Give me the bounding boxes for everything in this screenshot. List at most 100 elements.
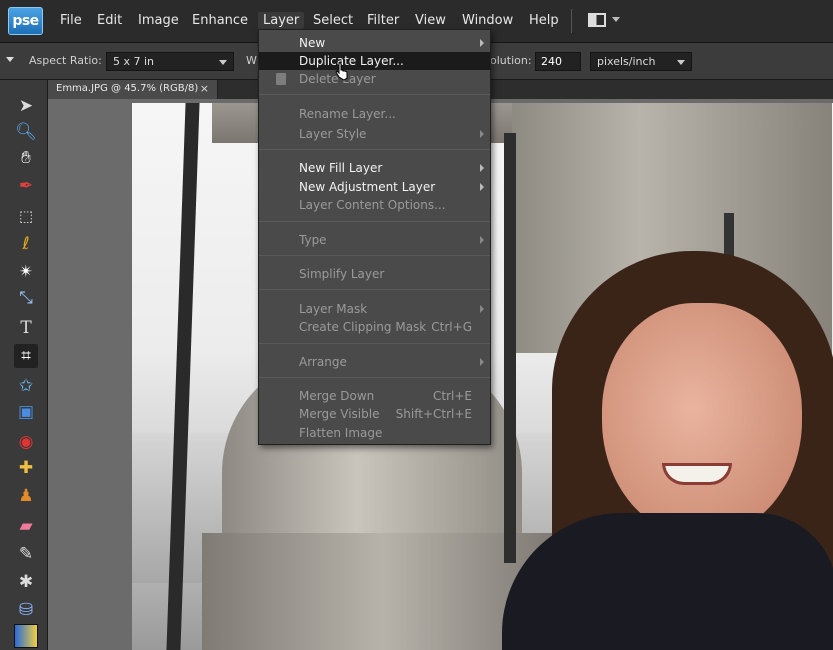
layer-menu-new[interactable]: New (259, 34, 490, 52)
menu-item-label: Flatten Image (299, 426, 383, 440)
paint-bucket-tool-icon[interactable]: ⛁ (14, 598, 38, 622)
aspect-ratio-label: Aspect Ratio: (29, 54, 102, 67)
hand-cursor-icon (335, 62, 348, 81)
menu-separator (259, 255, 490, 256)
person-face (602, 303, 802, 538)
submenu-arrow-icon (480, 130, 484, 138)
menu-item-label: Merge Visible (299, 407, 380, 421)
smart-brush-tool-icon[interactable]: ✱ (14, 570, 38, 594)
person-smile (662, 463, 732, 485)
resolution-unit-select[interactable]: pixels/inch (590, 52, 692, 71)
menu-enhance[interactable]: Enhance (187, 12, 253, 29)
menu-file[interactable]: File (55, 12, 87, 29)
chevron-down-icon (219, 60, 227, 65)
submenu-arrow-icon (480, 183, 484, 191)
width-label: W (246, 54, 257, 67)
layer-menu-create-clipping-mask[interactable]: Create Clipping Mask Ctrl+G (259, 318, 490, 336)
layer-menu-flatten-image[interactable]: Flatten Image (259, 424, 490, 442)
layer-menu-type[interactable]: Type (259, 231, 490, 249)
menu-item-label: Duplicate Layer... (299, 54, 404, 68)
move-tool-icon[interactable]: ➤ (14, 94, 38, 118)
layout-icon (588, 13, 606, 27)
menu-item-label: New Adjustment Layer (299, 180, 436, 194)
marquee-tool-icon[interactable]: ⬚ (14, 204, 38, 228)
layer-menu-rename-layer[interactable]: Rename Layer... (259, 105, 490, 123)
clone-stamp-tool-icon[interactable]: ♟ (14, 484, 38, 508)
resolution-input[interactable]: 240 (535, 52, 581, 71)
iron-bar (504, 133, 516, 563)
brush-tool-icon[interactable]: ✎ (14, 542, 38, 566)
layer-menu-layer-mask[interactable]: Layer Mask (259, 300, 490, 318)
document-tab[interactable]: Emma.JPG @ 45.7% (RGB/8) × (48, 80, 218, 99)
layer-menu-new-fill-layer[interactable]: New Fill Layer (259, 159, 490, 177)
submenu-arrow-icon (480, 164, 484, 172)
app-logo: pse (8, 7, 43, 35)
toolbox: ➤ 🔍︎ ✋︎ ✒ ⬚ ℓ ✴ ⤡ T ⌗ ✩ ▣ ◉ ✚ ♟ ▰ ✎ ✱ ⛁ (0, 80, 48, 650)
crop-tool-icon[interactable]: ⌗ (14, 344, 38, 368)
chevron-down-icon (612, 17, 620, 22)
menu-view[interactable]: View (410, 12, 451, 29)
document-tab-title: Emma.JPG @ 45.7% (RGB/8) (56, 83, 199, 94)
menu-separator (571, 9, 572, 33)
zoom-tool-icon[interactable]: 🔍︎ (14, 120, 38, 144)
layer-menu-delete-layer[interactable]: Delete Layer (259, 70, 490, 88)
red-eye-tool-icon[interactable]: ◉ (14, 430, 38, 454)
eraser-tool-icon[interactable]: ▰ (14, 514, 38, 538)
menu-filter[interactable]: Filter (362, 12, 404, 29)
straighten-tool-icon[interactable]: ▣ (14, 400, 38, 424)
submenu-arrow-icon (480, 305, 484, 313)
layer-menu-merge-down[interactable]: Merge Down Ctrl+E (259, 387, 490, 405)
menu-item-label: Simplify Layer (299, 267, 385, 281)
menu-select[interactable]: Select (308, 12, 358, 29)
close-icon[interactable]: × (200, 82, 209, 95)
layer-menu-new-adjustment-layer[interactable]: New Adjustment Layer (259, 178, 490, 196)
resolution-unit-value: pixels/inch (597, 55, 656, 68)
type-tool-icon[interactable]: T (14, 316, 38, 340)
menu-image[interactable]: Image (133, 12, 184, 29)
menu-help[interactable]: Help (524, 12, 564, 29)
layout-switcher-button[interactable] (584, 11, 624, 31)
aspect-ratio-select[interactable]: 5 x 7 in (106, 52, 234, 71)
eyedropper-tool-icon[interactable]: ✒ (14, 174, 38, 198)
menu-item-label: Type (299, 233, 327, 247)
menu-separator (259, 221, 490, 222)
cookie-cutter-tool-icon[interactable]: ✩ (14, 374, 38, 398)
menu-item-label: Create Clipping Mask (299, 320, 427, 334)
menu-item-label: Merge Down (299, 389, 375, 403)
hand-tool-icon[interactable]: ✋︎ (14, 146, 38, 170)
menu-edit[interactable]: Edit (92, 12, 127, 29)
menu-separator (259, 94, 490, 95)
aspect-ratio-value: 5 x 7 in (113, 55, 155, 68)
lasso-tool-icon[interactable]: ℓ (14, 232, 38, 256)
submenu-arrow-icon (480, 236, 484, 244)
options-collapse-icon[interactable] (6, 57, 14, 62)
spot-healing-tool-icon[interactable]: ✚ (14, 456, 38, 480)
layer-menu-layer-content-options[interactable]: Layer Content Options... (259, 196, 490, 214)
menu-item-shortcut: Ctrl+E (433, 389, 472, 403)
menu-item-label: Layer Mask (299, 302, 368, 316)
layer-menu-merge-visible[interactable]: Merge Visible Shift+Ctrl+E (259, 405, 490, 423)
menu-layer[interactable]: Layer (258, 12, 305, 29)
menu-separator (259, 289, 490, 290)
quick-selection-tool-icon[interactable]: ⤡ (14, 286, 38, 310)
layer-menu-layer-style[interactable]: Layer Style (259, 125, 490, 143)
gradient-tool-icon[interactable] (14, 624, 38, 648)
chevron-down-icon (677, 60, 685, 65)
layer-menu: New Duplicate Layer... Delete Layer Rena… (258, 29, 491, 445)
submenu-arrow-icon (480, 39, 484, 47)
menu-separator (259, 377, 490, 378)
resolution-label: olution: (490, 54, 532, 67)
menu-item-label: Arrange (299, 355, 347, 369)
menu-item-label: Rename Layer... (299, 107, 396, 121)
layer-menu-arrange[interactable]: Arrange (259, 353, 490, 371)
layer-menu-simplify-layer[interactable]: Simplify Layer (259, 265, 490, 283)
layer-menu-duplicate-layer[interactable]: Duplicate Layer... (259, 52, 490, 70)
menu-item-label: New (299, 36, 326, 50)
menu-item-label: New Fill Layer (299, 161, 383, 175)
menu-separator (259, 149, 490, 150)
menu-separator (259, 343, 490, 344)
menu-item-shortcut: Shift+Ctrl+E (395, 407, 472, 421)
menu-item-label: Layer Content Options... (299, 198, 446, 212)
menu-window[interactable]: Window (457, 12, 518, 29)
magic-wand-tool-icon[interactable]: ✴ (14, 260, 38, 284)
